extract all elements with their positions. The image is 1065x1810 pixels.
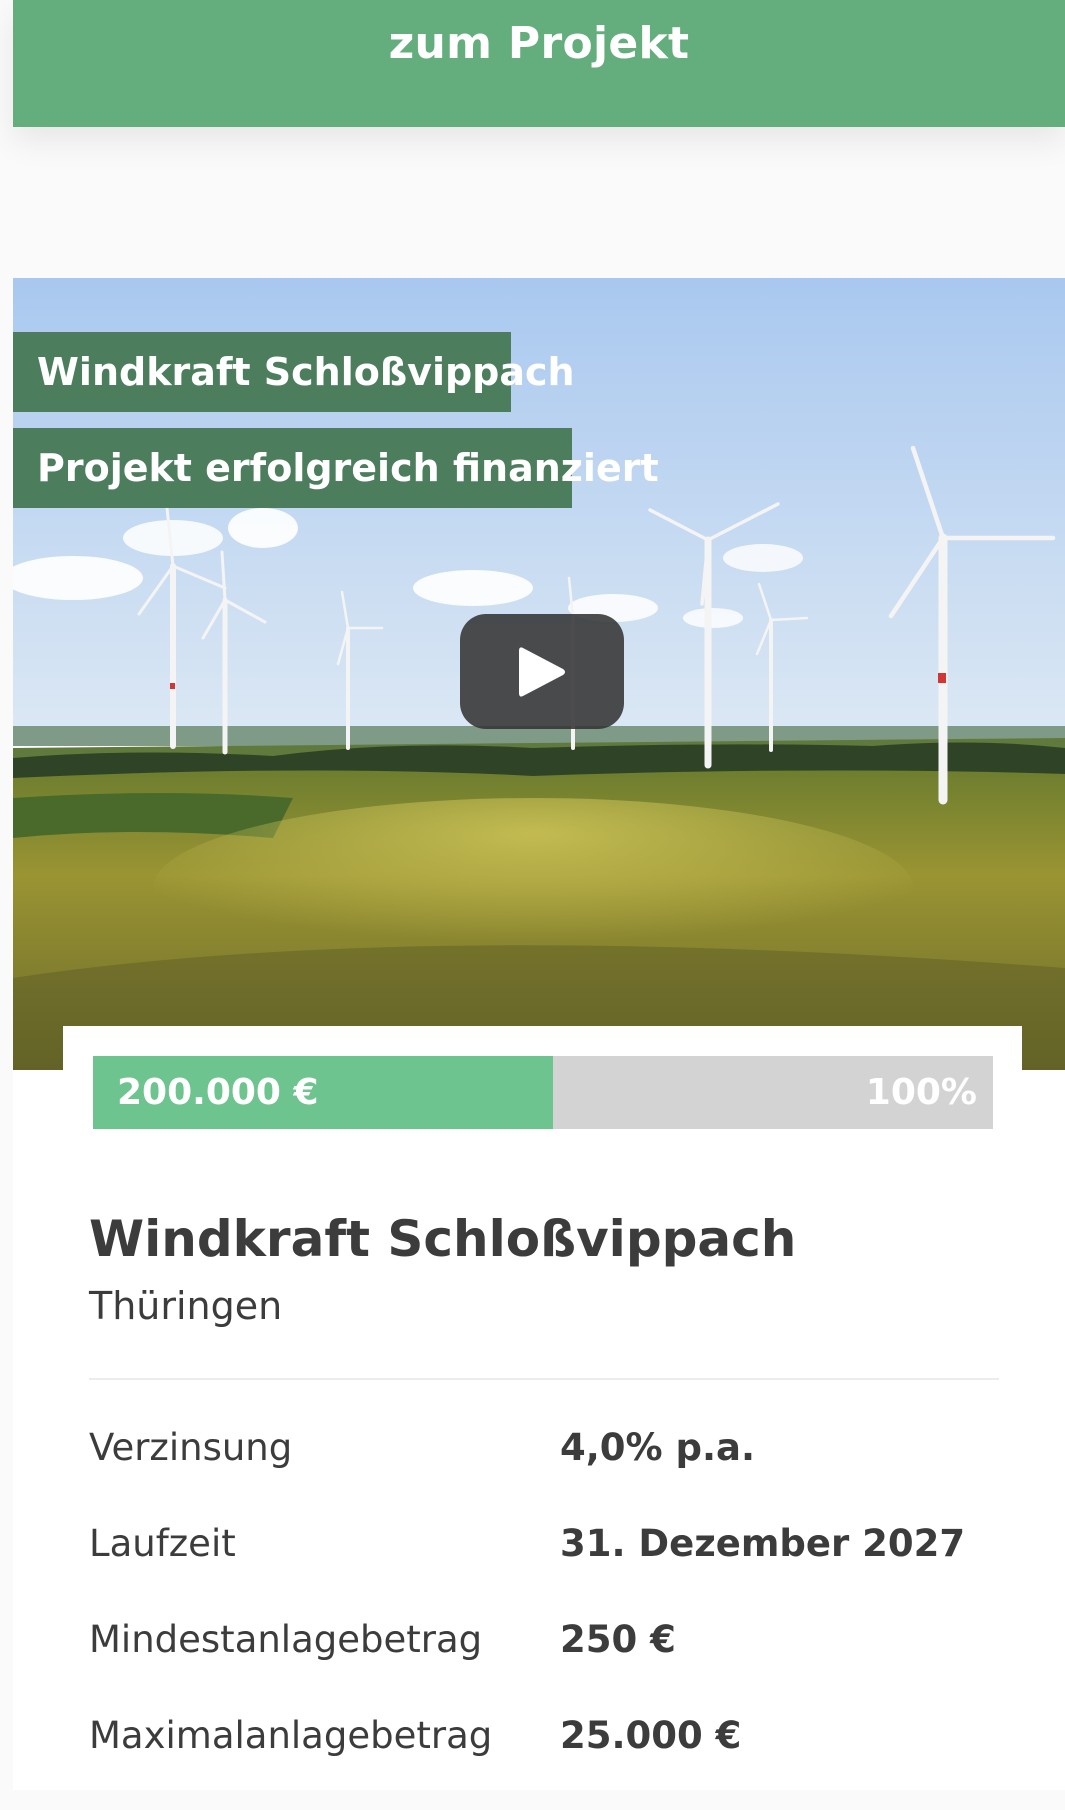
funding-status-tag: Projekt erfolgreich finanziert [13, 428, 659, 508]
fact-value: 4,0% p.a. [560, 1426, 756, 1469]
fact-row-mindestanlagebetrag: Mindestanlagebetrag 250 € [89, 1618, 999, 1714]
zum-projekt-button[interactable]: zum Projekt [13, 0, 1065, 127]
fact-label: Laufzeit [89, 1522, 236, 1565]
project-title: Windkraft Schloßvippach [89, 1210, 797, 1268]
play-icon [519, 646, 565, 697]
fact-row-maximalanlagebetrag: Maximalanlagebetrag 25.000 € [89, 1714, 999, 1810]
project-name-tag: Windkraft Schloßvippach [13, 332, 575, 412]
fact-value: 25.000 € [560, 1714, 742, 1757]
fact-row-laufzeit: Laufzeit 31. Dezember 2027 [89, 1522, 999, 1618]
fact-label: Mindestanlagebetrag [89, 1618, 483, 1661]
project-card[interactable]: Windkraft Schloßvippach Projekt erfolgre… [13, 278, 1065, 1790]
project-facts-list: Verzinsung 4,0% p.a. Laufzeit 31. Dezemb… [89, 1426, 999, 1810]
divider [89, 1378, 999, 1380]
fact-value: 250 € [560, 1618, 676, 1661]
video-play-button[interactable] [460, 614, 624, 729]
fact-row-verzinsung: Verzinsung 4,0% p.a. [89, 1426, 999, 1522]
zum-projekt-label: zum Projekt [388, 18, 690, 69]
funding-amount: 200.000 € [117, 1072, 319, 1113]
fact-label: Maximalanlagebetrag [89, 1714, 493, 1757]
fact-label: Verzinsung [89, 1426, 293, 1469]
funding-percent: 100% [865, 1072, 977, 1113]
project-info-panel: 200.000 € 100% Windkraft Schloßvippach T… [63, 1026, 1022, 1790]
fact-value: 31. Dezember 2027 [560, 1522, 966, 1565]
funding-progress-bar: 200.000 € 100% [93, 1056, 993, 1129]
project-video-thumbnail[interactable]: Windkraft Schloßvippach Projekt erfolgre… [13, 278, 1065, 1070]
project-region: Thüringen [89, 1284, 283, 1328]
